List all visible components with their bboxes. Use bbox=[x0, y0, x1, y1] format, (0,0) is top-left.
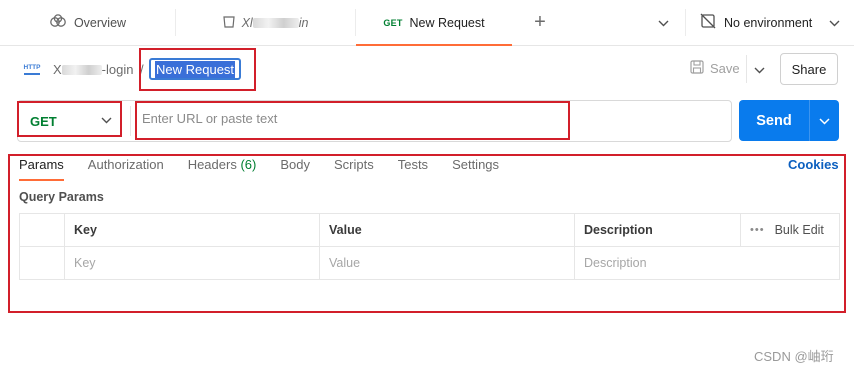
environment-label: No environment bbox=[724, 15, 813, 30]
overview-icon bbox=[49, 14, 67, 31]
plus-icon: + bbox=[534, 11, 546, 33]
send-button-group: Send bbox=[739, 100, 839, 141]
column-header-description: Description bbox=[574, 213, 741, 247]
breadcrumb-collection-suffix: -login bbox=[101, 62, 134, 77]
tab-headers[interactable]: Headers (6) bbox=[188, 157, 257, 180]
breadcrumb-collection-prefix: X bbox=[53, 62, 62, 77]
save-button[interactable]: Save bbox=[690, 60, 740, 77]
row-checkbox-cell[interactable] bbox=[19, 246, 65, 280]
tab-collection[interactable]: Xl in bbox=[176, 9, 356, 36]
column-header-key: Key bbox=[64, 213, 320, 247]
tab-collection-suffix: in bbox=[298, 15, 309, 30]
url-divider bbox=[130, 106, 131, 136]
query-params-table: Key Value Description ••• Bulk Edit Key … bbox=[19, 213, 840, 280]
http-icon: HTTP bbox=[22, 61, 42, 79]
tab-scripts[interactable]: Scripts bbox=[334, 157, 374, 180]
tab-tests[interactable]: Tests bbox=[398, 157, 428, 180]
key-input[interactable]: Key bbox=[64, 246, 320, 280]
headers-count: (6) bbox=[240, 157, 257, 172]
more-icon[interactable]: ••• bbox=[750, 224, 765, 236]
request-name-field[interactable]: New Request bbox=[149, 58, 242, 80]
request-name-text: New Request bbox=[155, 60, 236, 78]
chevron-down-icon bbox=[819, 113, 830, 128]
cookies-link[interactable]: Cookies bbox=[788, 157, 839, 172]
save-options-dropdown[interactable] bbox=[746, 55, 772, 83]
table-row: Key Value Description bbox=[19, 246, 840, 280]
send-button[interactable]: Send bbox=[739, 113, 809, 129]
tab-params[interactable]: Params bbox=[19, 157, 64, 181]
save-label: Save bbox=[710, 61, 740, 76]
tab-bar: Overview Xl in GET New Request + No envir… bbox=[0, 0, 854, 46]
tab-spacer bbox=[568, 0, 642, 45]
url-input[interactable] bbox=[142, 111, 562, 126]
description-input[interactable]: Description bbox=[574, 246, 840, 280]
watermark: CSDN @岫珩 bbox=[754, 349, 834, 364]
checkbox-column-header bbox=[19, 213, 65, 247]
chevron-down-icon bbox=[754, 62, 765, 77]
column-header-value: Value bbox=[319, 213, 575, 247]
breadcrumb-collection[interactable]: X -login bbox=[53, 62, 133, 77]
table-header-row: Key Value Description ••• Bulk Edit bbox=[19, 213, 840, 247]
redacted-text bbox=[252, 18, 299, 29]
share-button[interactable]: Share bbox=[780, 53, 838, 85]
chevron-down-icon bbox=[658, 16, 669, 30]
tab-settings[interactable]: Settings bbox=[452, 157, 499, 180]
value-input[interactable]: Value bbox=[319, 246, 575, 280]
bulk-edit-button[interactable]: ••• Bulk Edit bbox=[750, 223, 830, 237]
tab-overview[interactable]: Overview bbox=[0, 9, 176, 36]
environment-selector[interactable]: No environment bbox=[686, 0, 854, 45]
method-selector[interactable]: GET bbox=[30, 114, 57, 129]
tab-list-dropdown[interactable] bbox=[642, 9, 686, 36]
redacted-text bbox=[61, 64, 102, 75]
query-params-title: Query Params bbox=[19, 190, 104, 204]
tab-collection-prefix: Xl bbox=[241, 15, 253, 30]
tab-collection-label: Xl in bbox=[242, 16, 309, 30]
collection-icon bbox=[222, 15, 235, 31]
save-icon bbox=[690, 60, 704, 77]
chevron-down-icon[interactable] bbox=[101, 112, 112, 127]
add-tab-button[interactable]: + bbox=[512, 0, 568, 45]
no-environment-icon bbox=[700, 13, 716, 32]
tab-new-request-label: New Request bbox=[409, 15, 485, 30]
tab-headers-label: Headers bbox=[187, 157, 237, 172]
bulk-edit-cell: ••• Bulk Edit bbox=[740, 213, 840, 247]
bulk-edit-label: Bulk Edit bbox=[774, 223, 824, 237]
tab-method-badge: GET bbox=[383, 17, 403, 28]
send-options-dropdown[interactable] bbox=[810, 113, 839, 128]
tab-new-request[interactable]: GET New Request bbox=[356, 0, 512, 46]
tab-authorization[interactable]: Authorization bbox=[88, 157, 164, 180]
tab-body[interactable]: Body bbox=[280, 157, 310, 180]
chevron-down-icon bbox=[829, 16, 840, 30]
request-subtabs: Params Authorization Headers (6) Body Sc… bbox=[19, 157, 523, 181]
tab-overview-label: Overview bbox=[73, 15, 127, 30]
